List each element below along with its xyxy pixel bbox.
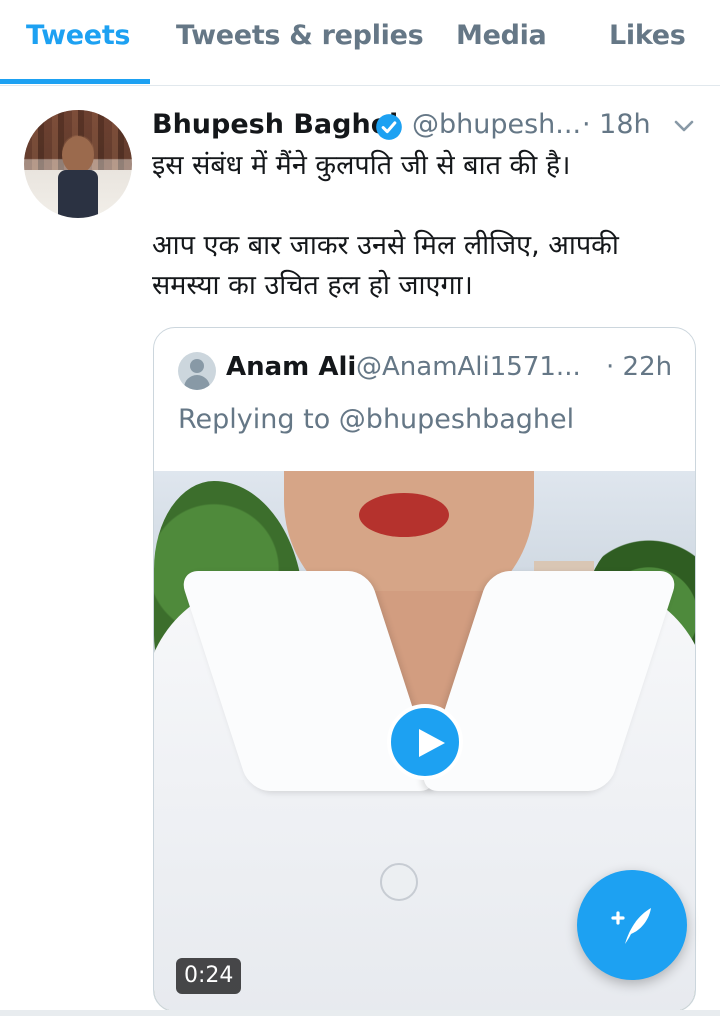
- tab-tweets[interactable]: Tweets: [26, 20, 131, 51]
- profile-tabs: Tweets Tweets & replies Media Likes: [0, 0, 720, 86]
- play-icon: [419, 729, 445, 757]
- avatar-vest: [58, 170, 98, 218]
- tweet-text-line: आप एक बार जाकर उनसे मिल लीजिए, आपकी: [152, 230, 619, 261]
- quoted-timestamp: · 22h: [606, 352, 673, 382]
- tweet-timestamp[interactable]: · 18h: [582, 109, 651, 140]
- quoted-author-avatar: [178, 352, 216, 390]
- chevron-down-icon[interactable]: [673, 118, 695, 134]
- quoted-author-name: Anam Ali: [226, 352, 357, 382]
- author-handle[interactable]: @bhupesh...: [412, 109, 581, 140]
- compose-tweet-icon: [611, 908, 651, 944]
- tweet-text: इस संबंध में मैंने कुलपति जी से बात की ह…: [152, 146, 692, 306]
- tweet-text-line: इस संबंध में मैंने कुलपति जी से बात की ह…: [152, 150, 571, 181]
- compose-tweet-button[interactable]: [577, 870, 687, 980]
- replying-to-text: Replying to @bhupeshbaghel: [178, 404, 575, 435]
- author-name[interactable]: Bhupesh Baghel: [152, 109, 398, 140]
- tab-likes[interactable]: Likes: [609, 20, 686, 51]
- tab-media[interactable]: Media: [456, 20, 547, 51]
- avatar-face: [62, 136, 94, 174]
- verified-badge-icon: [376, 114, 402, 140]
- play-button[interactable]: [387, 704, 463, 780]
- quoted-author-handle: @AnamAli1571...: [356, 352, 581, 382]
- video-duration: 0:24: [176, 958, 242, 994]
- video-subject-button: [380, 863, 418, 901]
- author-avatar[interactable]: [24, 110, 132, 218]
- active-tab-indicator: [0, 79, 150, 84]
- tweet-text-line: समस्या का उचित हल हो जाएगा।: [152, 270, 473, 301]
- bottom-divider: [0, 1010, 720, 1016]
- video-subject-lips: [359, 493, 449, 537]
- tab-tweets-and-replies[interactable]: Tweets & replies: [176, 20, 424, 51]
